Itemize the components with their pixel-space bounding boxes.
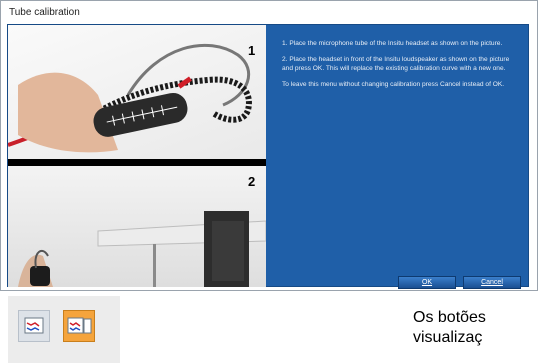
audiogram-view-icon[interactable] — [18, 310, 50, 342]
cancel-button[interactable]: Cancel — [463, 276, 521, 289]
headset-illustration — [8, 43, 252, 153]
window-title: Tube calibration — [9, 7, 80, 18]
ok-button[interactable]: OK — [398, 276, 456, 289]
picture-step-2-number: 2 — [248, 174, 256, 189]
headset-tube-photo: 1 — [8, 25, 266, 159]
title-bar: Tube calibration — [1, 1, 537, 25]
loudspeaker-setup-photo: 2 — [8, 166, 266, 287]
caption-line-2: visualizaç — [413, 329, 483, 346]
loudspeaker-illustration — [18, 211, 266, 287]
instruction-cancel-note: To leave this menu without changing cali… — [282, 81, 505, 89]
calibration-instructions: 1. Place the microphone tube of the Insi… — [282, 40, 522, 98]
picture-step-1-number: 1 — [248, 43, 256, 58]
instruction-step-1: 1. Place the microphone tube of the Insi… — [282, 40, 503, 47]
instruction-pictures: 1 2 — [8, 25, 266, 287]
instruction-step-2: 2. Place the headset in front of the Ins… — [282, 56, 510, 72]
picture-divider — [8, 159, 266, 166]
caption-line-1: Os botões — [413, 309, 486, 326]
toolbar-icons — [8, 296, 120, 363]
insitu-calibration-icon[interactable] — [63, 310, 95, 342]
caption-text: Os botões visualizaç — [413, 308, 486, 348]
